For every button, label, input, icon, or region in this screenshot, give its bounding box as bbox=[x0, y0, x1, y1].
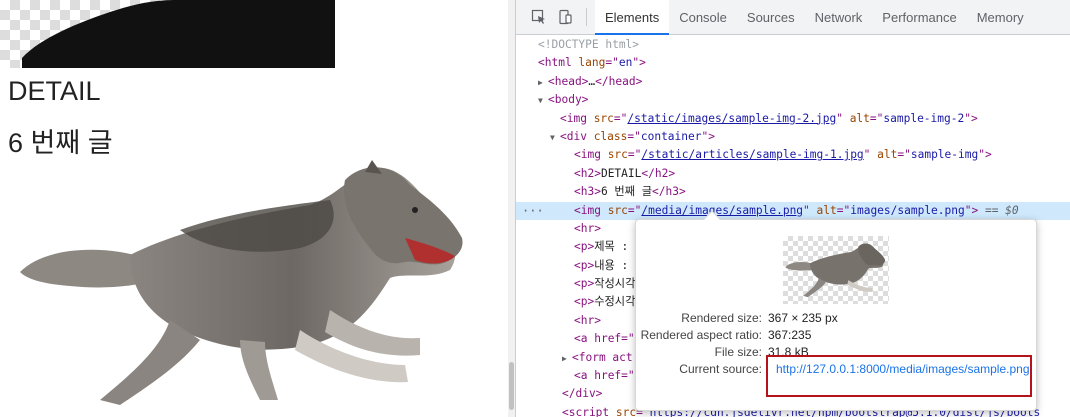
h3-text: 6 번째 글 bbox=[600, 185, 653, 199]
dom-line[interactable]: <html lang="en"> bbox=[516, 54, 1070, 72]
wolf-image[interactable] bbox=[10, 160, 480, 410]
expand-triangle-icon[interactable]: ▶ bbox=[562, 350, 572, 367]
tab-performance[interactable]: Performance bbox=[872, 0, 966, 35]
collapse-triangle-icon[interactable]: ▼ bbox=[538, 92, 548, 109]
rendered-size-row: Rendered size: 367 × 235 px bbox=[636, 311, 1038, 325]
more-options-icon[interactable]: ··· bbox=[522, 202, 544, 220]
rendered-page: DETAIL 6 번째 글 bbox=[0, 0, 515, 417]
p2-text: 내용 : bbox=[594, 258, 629, 272]
aspect-ratio-value: 367:235 bbox=[768, 328, 812, 342]
img2-src-link[interactable]: /static/articles/sample-img-1.jpg bbox=[641, 148, 863, 161]
rendered-size-label: Rendered size: bbox=[681, 311, 762, 325]
expand-triangle-icon[interactable]: ▶ bbox=[538, 74, 548, 91]
img1-alt-value: sample-img-2 bbox=[883, 111, 965, 125]
selected-node-marker: == $0 bbox=[984, 203, 1019, 217]
aspect-ratio-row: Rendered aspect ratio: 367:235 bbox=[636, 328, 1038, 342]
dom-line[interactable]: <img src="/static/articles/sample-img-1.… bbox=[516, 146, 1070, 164]
device-toolbar-button[interactable] bbox=[552, 0, 578, 35]
page-subheading: 6 번째 글 bbox=[8, 128, 113, 158]
p3-text: 작성시각 bbox=[594, 277, 636, 291]
p1-text: 제목 : bbox=[594, 240, 629, 254]
rendered-size-value: 367 × 235 px bbox=[768, 311, 838, 325]
html-lang-value: en bbox=[618, 56, 633, 70]
img3-src-link[interactable]: /media/images/sample.png bbox=[641, 204, 803, 217]
dom-line[interactable]: <h3>6 번째 글</h3> bbox=[516, 183, 1070, 201]
page-scrollbar[interactable] bbox=[508, 0, 515, 417]
current-source-link[interactable]: http://127.0.0.1:8000/media/images/sampl… bbox=[776, 362, 1031, 377]
aspect-ratio-label: Rendered aspect ratio: bbox=[640, 328, 762, 342]
dom-line[interactable]: <img src="/static/images/sample-img-2.jp… bbox=[516, 110, 1070, 128]
device-toggle-icon bbox=[559, 9, 572, 25]
file-size-label: File size: bbox=[714, 345, 762, 359]
dom-line[interactable]: ▼ <body> bbox=[516, 91, 1070, 109]
page-heading: DETAIL bbox=[8, 76, 101, 106]
div-class-value: container bbox=[640, 129, 702, 143]
tab-elements[interactable]: Elements bbox=[595, 0, 670, 35]
a-tag-text: a href=" bbox=[580, 332, 635, 346]
dom-line[interactable]: ▼ <div class="container"> bbox=[516, 128, 1070, 146]
dom-line[interactable]: <h2>DETAIL</h2> bbox=[516, 165, 1070, 183]
tooltip-thumbnail bbox=[783, 236, 889, 304]
inspect-arrow-icon bbox=[531, 9, 545, 24]
img3-alt-value: images/sample.png bbox=[850, 203, 965, 217]
current-source-label: Current source: bbox=[679, 362, 762, 376]
page-scrollbar-thumb[interactable] bbox=[509, 362, 514, 410]
dom-line-selected[interactable]: ··· <img src="/media/images/sample.png" a… bbox=[516, 201, 1070, 220]
h2-text: DETAIL bbox=[600, 166, 642, 180]
inspect-element-button[interactable] bbox=[526, 0, 552, 35]
dom-line[interactable]: <!DOCTYPE html> bbox=[516, 36, 1070, 54]
tab-separator bbox=[586, 8, 587, 26]
tab-sources[interactable]: Sources bbox=[737, 0, 805, 35]
tab-memory[interactable]: Memory bbox=[967, 0, 1034, 35]
a-tag-text: a href=" bbox=[580, 369, 635, 383]
form-tag-text: form act bbox=[578, 350, 633, 364]
img2-alt-value: sample-img bbox=[910, 148, 979, 162]
p4-text: 수정시각 bbox=[594, 295, 636, 309]
dom-line[interactable]: ▶ <head>…</head> bbox=[516, 73, 1070, 91]
wolf-thumbnail-image bbox=[785, 243, 886, 298]
collapse-triangle-icon[interactable]: ▼ bbox=[550, 129, 560, 146]
doctype-text: <!DOCTYPE html> bbox=[538, 38, 640, 51]
devtools-tab-bar: Elements Console Sources Network Perform… bbox=[516, 0, 1070, 35]
tab-console[interactable]: Console bbox=[669, 0, 737, 35]
tab-network[interactable]: Network bbox=[805, 0, 873, 35]
img1-src-link[interactable]: /static/images/sample-img-2.jpg bbox=[627, 112, 836, 125]
top-image-silhouette bbox=[22, 0, 335, 68]
